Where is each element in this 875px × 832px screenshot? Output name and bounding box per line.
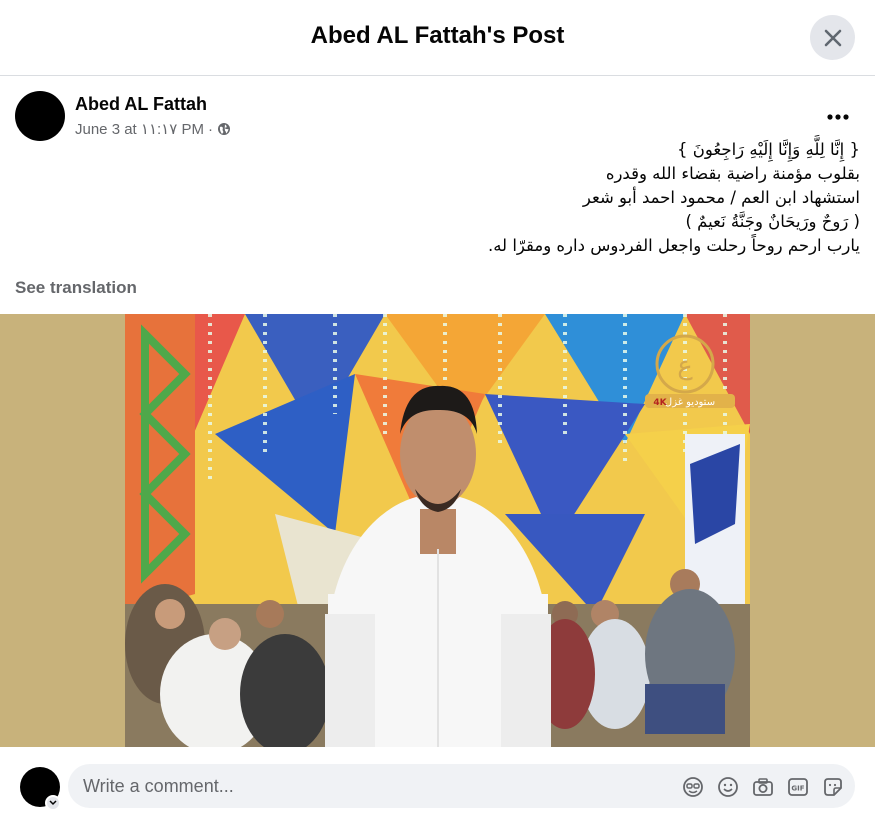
post-meta: June 3 at ١١:١٧ PM · bbox=[75, 120, 231, 138]
watermark-text: ستوديو غزل bbox=[665, 397, 715, 408]
comment-composer: Write a comment... GIF bbox=[0, 747, 875, 832]
close-button[interactable] bbox=[810, 15, 855, 60]
watermark-logo: ع bbox=[677, 351, 693, 381]
svg-text:GIF: GIF bbox=[791, 784, 804, 792]
sticker-icon[interactable] bbox=[820, 774, 845, 799]
composer-actions: GIF bbox=[680, 774, 845, 799]
more-horizontal-icon bbox=[827, 114, 849, 120]
close-icon bbox=[824, 29, 841, 46]
post-media: ع ستوديو غزل 4K bbox=[0, 314, 875, 747]
post-text-line: بقلوب مؤمنة راضية بقضاء الله وقدره bbox=[605, 164, 860, 183]
meta-separator: · bbox=[207, 120, 213, 138]
post-text: { إِنَّا لِلَّهِ وَإِنَّا إِلَيْهِ رَاجِ… bbox=[360, 138, 860, 258]
watermark-badge: 4K bbox=[653, 398, 667, 408]
post-text-line: يارب ارحم روحاً رحلت واجعل الفردوس داره … bbox=[487, 236, 860, 255]
chevron-down-icon[interactable] bbox=[45, 795, 61, 811]
post-header: Abed AL Fattah June 3 at ١١:١٧ PM · bbox=[15, 91, 860, 141]
see-translation-link[interactable]: See translation bbox=[15, 278, 137, 298]
avatar-sticker-icon[interactable] bbox=[680, 774, 705, 799]
post-text-line: { إِنَّا لِلَّهِ وَإِنَّا إِلَيْهِ رَاجِ… bbox=[677, 140, 860, 159]
dialog-header: Abed AL Fattah's Post bbox=[0, 0, 875, 76]
emoji-icon[interactable] bbox=[715, 774, 740, 799]
globe-icon[interactable] bbox=[217, 122, 231, 136]
comment-input[interactable]: Write a comment... GIF bbox=[68, 764, 855, 808]
more-options-button[interactable] bbox=[823, 102, 853, 132]
gif-icon[interactable]: GIF bbox=[785, 774, 810, 799]
post-timestamp[interactable]: June 3 at ١١:١٧ PM bbox=[75, 120, 204, 138]
post-photo[interactable]: ع ستوديو غزل 4K bbox=[125, 314, 750, 747]
author-avatar[interactable] bbox=[15, 91, 65, 141]
author-name[interactable]: Abed AL Fattah bbox=[75, 94, 207, 115]
post-text-line: استشهاد ابن العم / محمود احمد أبو شعر bbox=[582, 188, 860, 207]
post-text-line: ( رَوحٌ ورَيحَانٌ وجَنَّةُ نَعيمٌ ) bbox=[685, 212, 860, 231]
photo-illustration: ع ستوديو غزل 4K bbox=[125, 314, 750, 747]
camera-icon[interactable] bbox=[750, 774, 775, 799]
dialog-title: Abed AL Fattah's Post bbox=[310, 22, 565, 49]
comment-placeholder: Write a comment... bbox=[83, 776, 234, 796]
